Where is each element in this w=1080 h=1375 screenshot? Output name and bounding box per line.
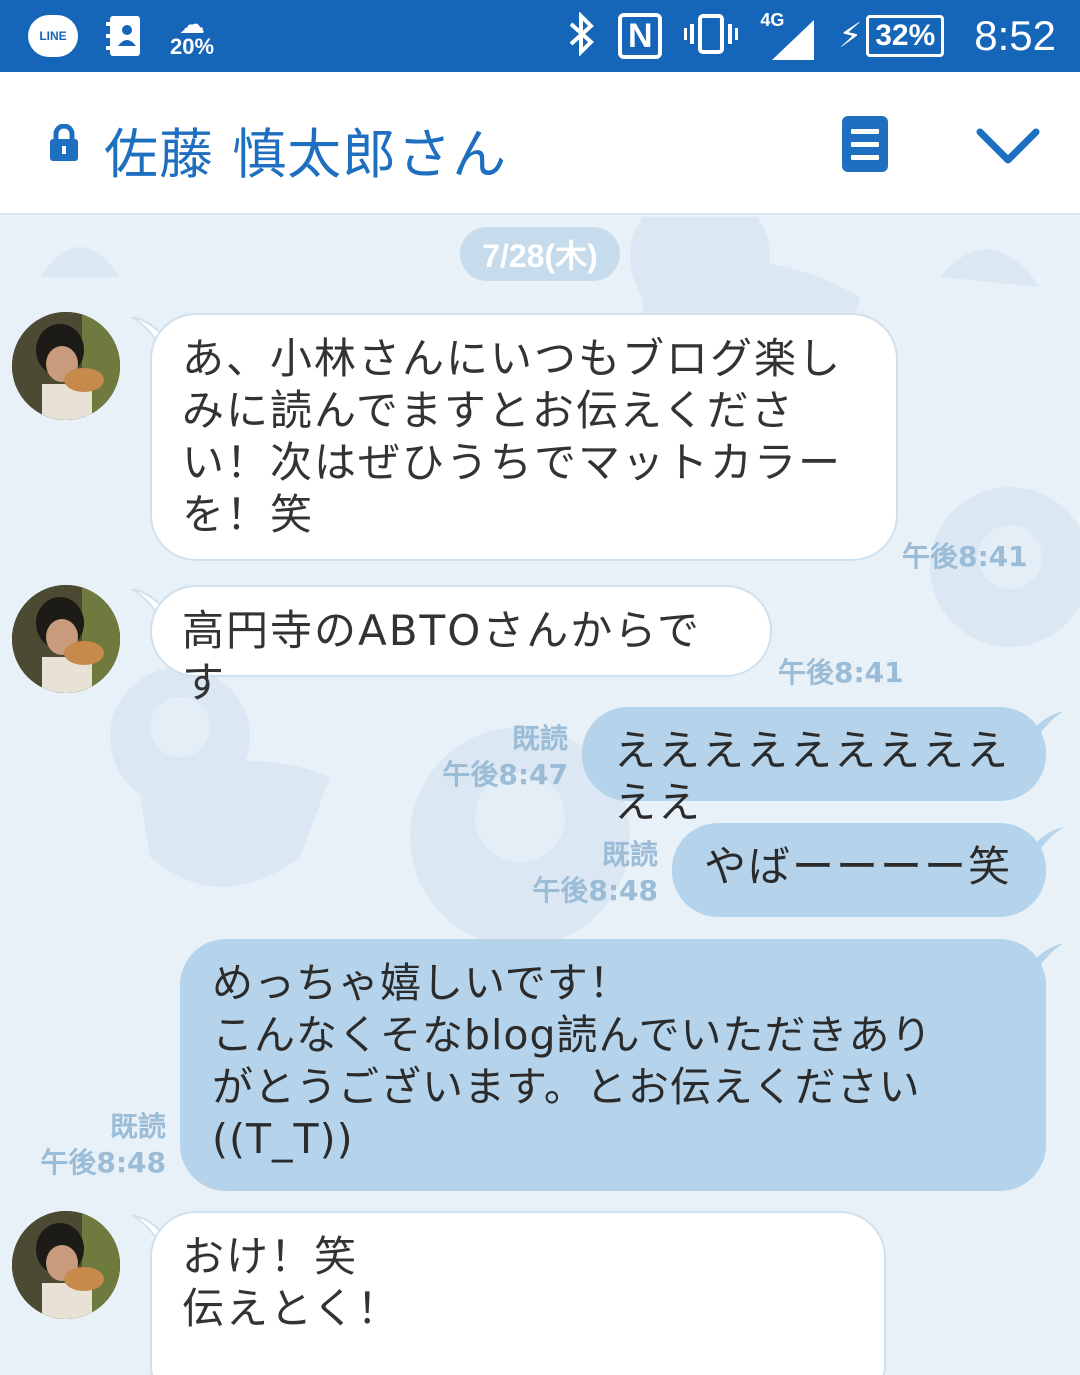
chat-area[interactable]: 7/28(木) あ、小林さんにいつもブログ楽し みに読んでますとお伝えくださ い…	[0, 217, 1080, 1375]
lock-icon	[48, 123, 80, 162]
vibrate-icon	[684, 12, 739, 60]
menu-line-icon	[851, 154, 879, 160]
read-receipt: 既読	[109, 1110, 166, 1143]
message-bubble-outgoing[interactable]: やばーーーー笑	[672, 823, 1046, 917]
contacts-icon	[104, 14, 144, 58]
date-separator: 7/28(木)	[460, 227, 620, 281]
avatar[interactable]	[12, 1211, 120, 1319]
menu-line-icon	[851, 128, 879, 134]
bluetooth-icon	[566, 11, 596, 60]
message-time: 午後8:41	[778, 656, 904, 689]
cloud-icon: ☁	[179, 10, 206, 40]
avatar[interactable]	[12, 312, 120, 420]
nfc-icon: N	[618, 13, 663, 59]
message-bubble-incoming[interactable]: おけ！笑 伝えとく！	[150, 1211, 886, 1375]
bubble-tail	[1034, 943, 1064, 969]
read-receipt: 既読	[601, 838, 658, 871]
bubble-tail	[1034, 711, 1064, 737]
message-meta: 既読 午後8:47	[442, 721, 568, 793]
chat-title: 佐藤 慎太郎さん	[104, 123, 508, 186]
weather-percent: 20%	[170, 34, 215, 59]
notes-button[interactable]	[842, 116, 888, 172]
read-receipt: 既読	[511, 722, 568, 755]
charging-icon: ⚡	[838, 16, 863, 56]
avatar[interactable]	[12, 585, 120, 693]
message-bubble-incoming[interactable]: 高円寺のABTOさんからです	[150, 585, 772, 707]
message-time: 午後8:41	[902, 540, 1028, 573]
chat-header: 佐藤 慎太郎さん	[0, 72, 1080, 215]
message-time: 午後8:47	[442, 758, 568, 791]
message-time: 午後8:48	[40, 1146, 166, 1179]
battery-level: 32%	[866, 15, 945, 57]
message-bubble-outgoing[interactable]: めっちゃ嬉しいです！ こんなくそなblog読んでいただきあり がとうございます。…	[180, 939, 1046, 1191]
message-meta: 既読 午後8:48	[40, 1109, 166, 1181]
weather-indicator: ☁ 20%	[170, 10, 215, 59]
line-app-icon: LINE	[28, 15, 78, 57]
message-bubble-incoming[interactable]: あ、小林さんにいつもブログ楽し みに読んでますとお伝えくださ い！次はぜひうちで…	[150, 313, 898, 561]
status-bar: LINE ☁ 20% N 4G ⚡ 32% 8:52	[0, 0, 1080, 72]
menu-line-icon	[851, 141, 879, 147]
signal-icon: 4G	[760, 10, 816, 62]
message-meta: 既読 午後8:48	[532, 837, 658, 909]
chevron-down-icon[interactable]	[976, 122, 1040, 170]
bubble-tail	[1034, 827, 1064, 853]
battery-indicator: ⚡ 32%	[838, 15, 945, 57]
clock: 8:52	[974, 12, 1056, 59]
message-time: 午後8:48	[532, 874, 658, 907]
message-bubble-outgoing[interactable]: えええええええええええ	[582, 707, 1046, 827]
